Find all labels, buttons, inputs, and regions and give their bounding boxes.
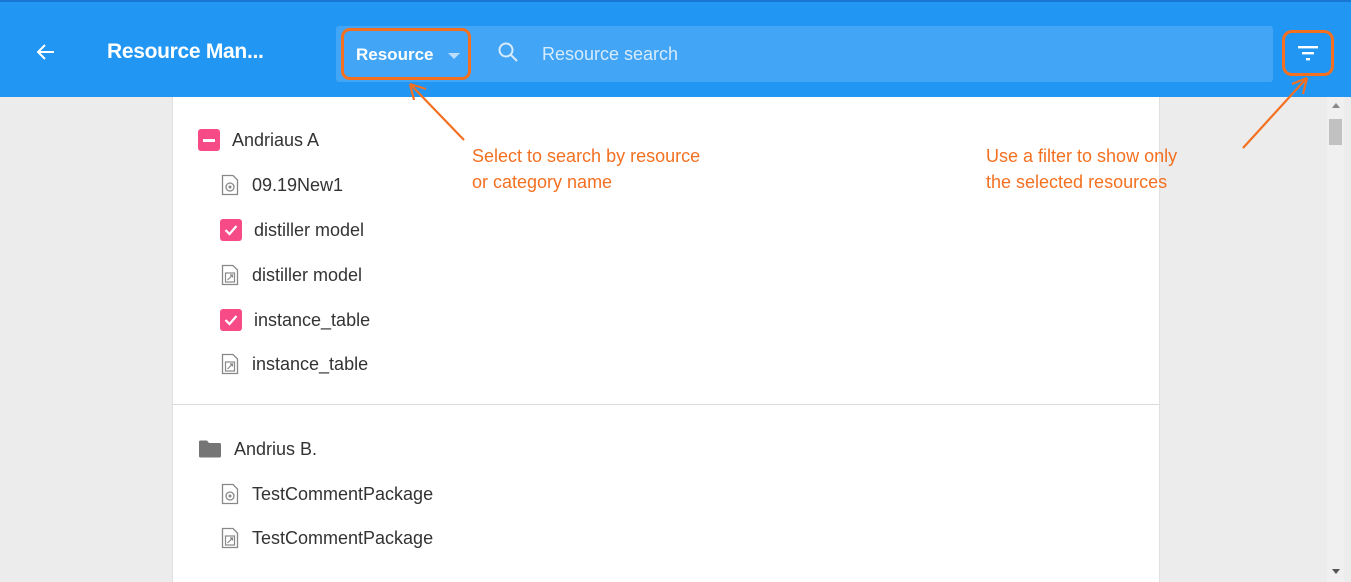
list-item[interactable]: 09.19New1 [220,170,343,200]
item-label: TestCommentPackage [252,527,434,548]
item-label: instance_table [254,309,371,330]
app-header: Resource Man... Resource [0,0,1351,97]
annotation-line: the selected resources [986,172,1168,192]
checkbox-checked[interactable] [220,219,242,241]
list-item[interactable]: TestCommentPackage [220,523,433,553]
scroll-down-icon[interactable] [1332,569,1340,574]
back-button[interactable] [26,32,66,72]
model-file-icon [221,353,239,375]
search-icon [498,42,518,62]
search-scope-dropdown[interactable]: Resource [341,28,471,80]
annotation-line: Select to search by resource [472,146,701,166]
group-row-andrius-b[interactable]: Andrius B. [198,434,317,464]
filter-icon [1298,46,1318,61]
list-item[interactable]: TestCommentPackage [220,479,433,509]
list-item[interactable]: instance_table [220,305,370,335]
check-icon [224,315,238,326]
package-file-icon [221,174,239,196]
scroll-up-icon[interactable] [1332,103,1340,108]
page-title: Resource Man... [107,40,264,63]
item-label: TestCommentPackage [252,483,434,504]
scope-annotation: Select to search by resource or category… [472,143,700,195]
filter-annotation: Use a filter to show only the selected r… [986,143,1177,195]
partial-checkbox[interactable] [198,129,220,151]
group-label: Andriaus A [232,129,320,150]
group-divider [173,404,1159,405]
vertical-scrollbar[interactable] [1327,97,1344,582]
group-label: Andrius B. [234,438,318,459]
group-row-andriaus-a[interactable]: Andriaus A [198,125,319,155]
list-item[interactable]: distiller model [220,260,362,290]
checkbox-checked[interactable] [220,309,242,331]
item-label: distiller model [254,219,365,240]
search-bar: Resource [336,26,1273,82]
list-item[interactable]: distiller model [220,215,364,245]
check-icon [224,225,238,236]
chevron-down-icon [448,53,460,59]
package-file-icon [221,483,239,505]
model-file-icon [221,264,239,286]
filter-button[interactable] [1282,30,1334,76]
list-item[interactable]: instance_table [220,349,368,379]
search-input[interactable] [542,38,1242,70]
arrow-left-icon [36,44,54,60]
annotation-line: or category name [472,172,613,192]
annotation-line: Use a filter to show only [986,146,1178,166]
item-label: 09.19New1 [252,174,344,195]
resource-manager-window: Resource Man... Resource Andriaus A [0,0,1351,582]
item-label: distiller model [252,264,363,285]
search-scope-label: Resource [356,45,434,64]
scroll-thumb[interactable] [1329,119,1342,145]
model-file-icon [221,527,239,549]
folder-icon [199,440,221,458]
item-label: instance_table [252,353,369,374]
